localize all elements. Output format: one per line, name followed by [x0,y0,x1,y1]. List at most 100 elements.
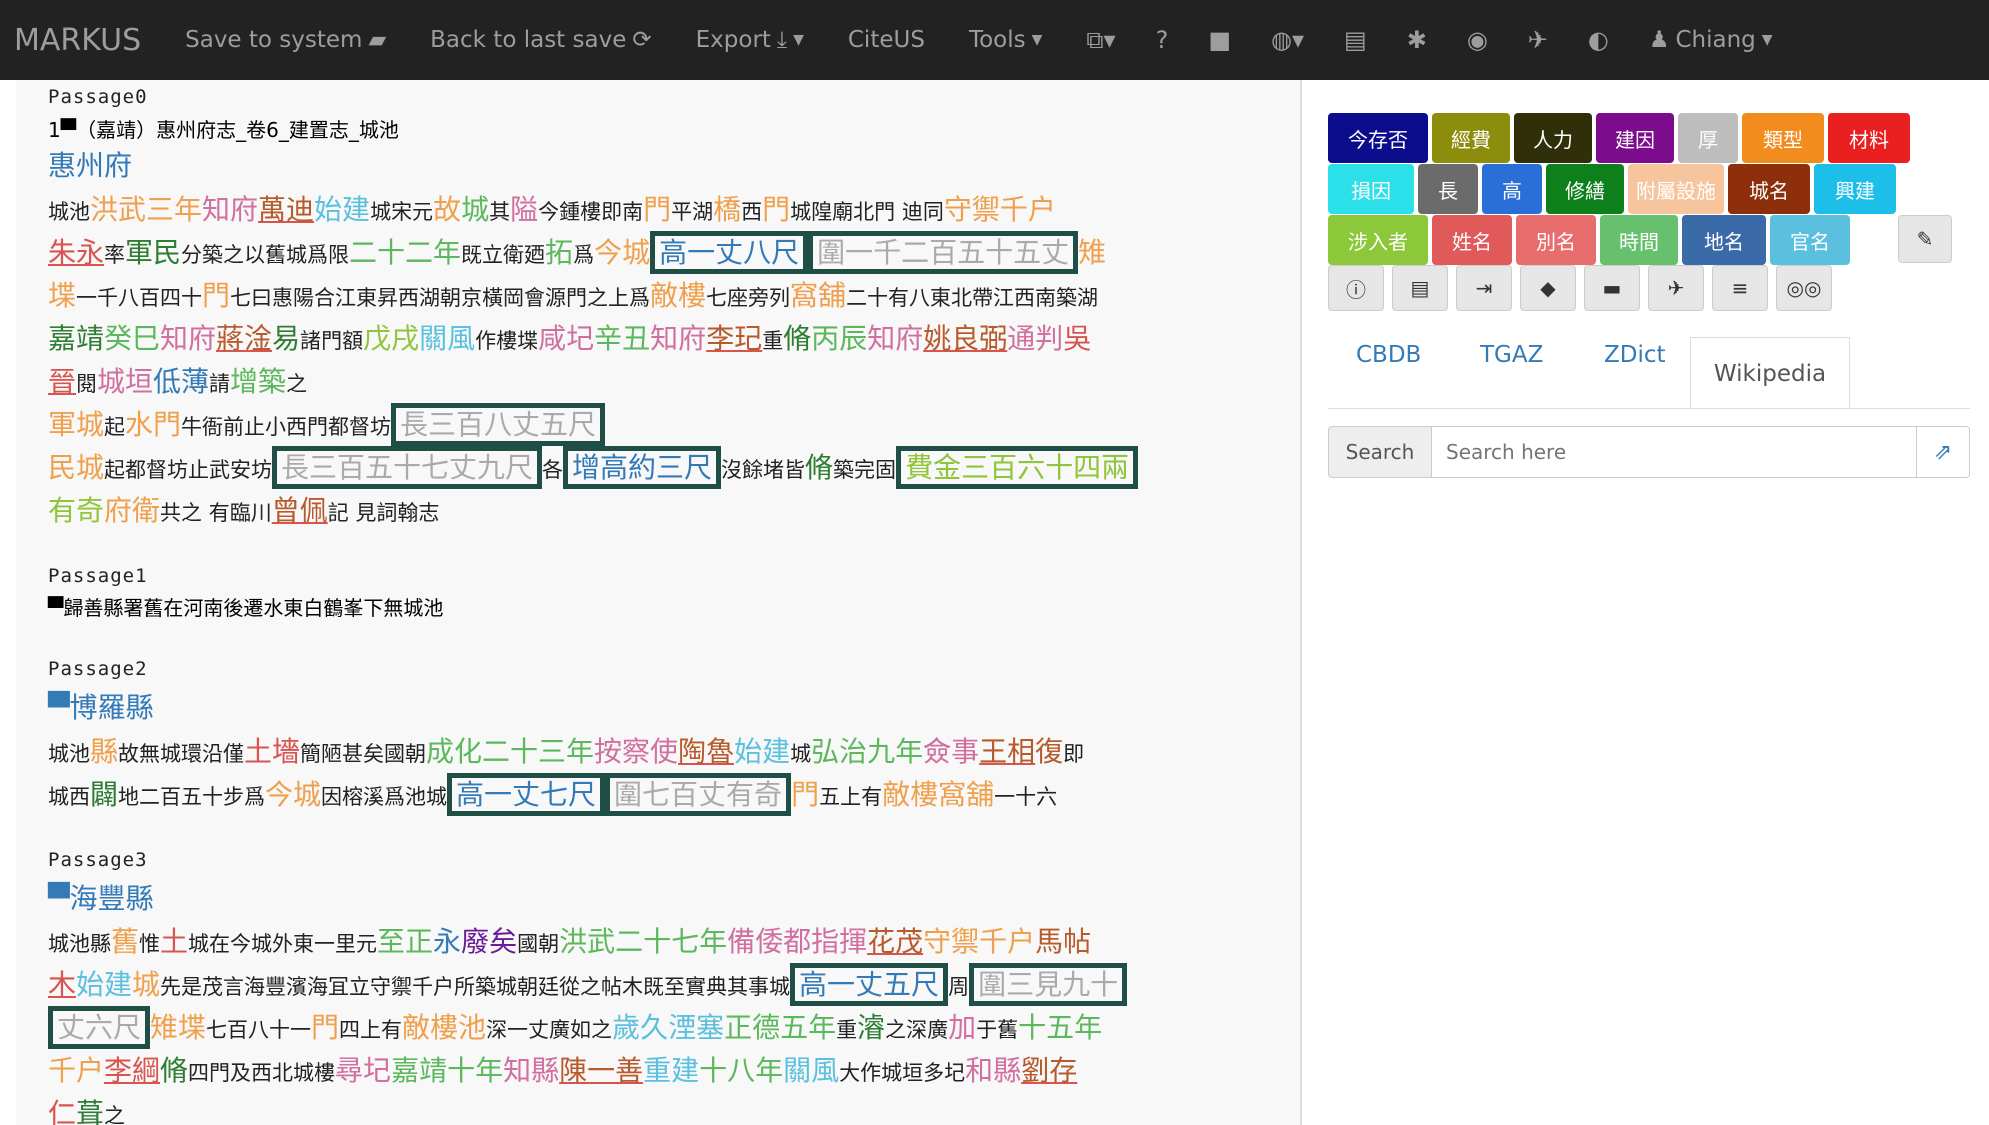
glasses-icon[interactable]: ◎◎ [1776,265,1832,311]
text-span[interactable]: 低薄 [153,365,209,398]
text-span[interactable]: 始建 [314,193,370,226]
text-span[interactable]: 始建 [76,968,132,1001]
text-span[interactable]: 吳 [1063,322,1091,355]
text-span[interactable]: 故 [433,193,461,226]
tag-btn-leixing[interactable]: 類型 [1742,113,1824,163]
text-span[interactable]: 陳一善 [559,1054,643,1087]
citeus-link[interactable]: CiteUS [848,27,925,53]
list-icon[interactable]: ▤ [1392,265,1448,311]
text-span[interactable]: 舊 [111,925,139,958]
folder-icon[interactable]: ▬ [1584,265,1640,311]
edit-icon[interactable]: ✎ [1898,215,1952,263]
text-span[interactable]: 門 [311,1011,339,1044]
text-span[interactable]: 朱永 [48,236,104,269]
annotated-span[interactable]: 長三百八丈五尺 [391,403,606,446]
info-icon[interactable]: ⓘ [1328,265,1384,311]
text-span[interactable]: 十五年 [1018,1011,1102,1044]
text-span[interactable]: 咸 [538,322,566,355]
text-span[interactable]: 葺 [76,1097,104,1125]
text-span[interactable]: 關 [419,322,447,355]
text-span[interactable]: 今城 [594,236,650,269]
text-span[interactable]: 水門 [125,408,181,441]
tab-tgaz[interactable]: TGAZ [1480,342,1543,368]
text-span[interactable]: 千户 [48,1054,104,1087]
text-span[interactable]: 今城 [265,778,321,811]
tab-zdict[interactable]: ZDict [1604,342,1666,368]
text-span[interactable]: 通判 [1007,322,1063,355]
text-span[interactable]: 城垣 [97,365,153,398]
text-span[interactable]: 陶魯 [678,735,734,768]
tools-dropdown[interactable]: Tools ▼ [969,27,1042,53]
text-span[interactable]: 劉存 [1021,1054,1077,1087]
text-span[interactable]: 和縣 [965,1054,1021,1087]
tag-btn-hou[interactable]: 厚 [1678,113,1738,163]
text-span[interactable]: 關 [783,1054,811,1087]
twitter-icon[interactable]: ✈ [1528,26,1548,54]
text-span[interactable]: 嘉靖 [48,322,104,355]
tag-btn-cailiao[interactable]: 材料 [1828,113,1910,163]
text-span[interactable]: 闢 [90,778,118,811]
text-span[interactable]: 軍民 [125,236,181,269]
text-span[interactable]: 門 [202,279,230,312]
annotated-span[interactable]: 高一丈七尺 [447,773,606,816]
video-camera-icon[interactable]: ■ [1208,26,1231,54]
annotated-span[interactable]: 丈六尺 [48,1006,151,1049]
annotated-span[interactable]: 費金三百六十四兩 [896,446,1139,489]
text-span[interactable]: 曾佩 [272,494,328,527]
text-span[interactable]: 復 [1035,735,1063,768]
tag-btn-renli[interactable]: 人力 [1514,113,1592,163]
tag-btn-jianyin[interactable]: 建因 [1596,113,1674,163]
text-span[interactable]: 仁 [48,1097,76,1125]
text-span[interactable]: 民城 [48,451,104,484]
tags-icon[interactable]: ◆ [1520,265,1576,311]
text-span[interactable]: 脩 [783,322,811,355]
tag-btn-xingming[interactable]: 姓名 [1432,215,1512,265]
tag-btn-fushusheshi[interactable]: 附屬設施 [1628,164,1724,214]
text-span[interactable]: 花茂 [867,925,923,958]
tag-btn-sunyin[interactable]: 損因 [1328,164,1414,214]
text-span[interactable]: 始建 [734,735,790,768]
annotated-span[interactable]: 圍七百丈有奇 [605,773,792,816]
tag-btn-diming[interactable]: 地名 [1682,215,1766,265]
newspaper-icon[interactable]: ▤ [1344,26,1367,54]
bug-icon[interactable]: ✱ [1407,26,1427,54]
plane-icon[interactable]: ✈ [1648,265,1704,311]
text-span[interactable]: 按察使 [594,735,678,768]
external-search-icon[interactable]: ⇗ [1916,426,1970,478]
tag-btn-chang[interactable]: 長 [1418,164,1478,214]
tag-btn-xiushan[interactable]: 修繕 [1546,164,1624,214]
annotated-span[interactable]: 圍一千二百五十五丈 [808,231,1079,274]
tag-btn-shijian[interactable]: 時間 [1600,215,1678,265]
weibo-icon[interactable]: ◉ [1467,26,1488,54]
text-span[interactable]: 濬 [857,1011,885,1044]
text-span[interactable]: 戊戌 [363,322,419,355]
text-span[interactable]: 成化二十三年 [426,735,594,768]
text-span[interactable]: 風 [447,322,475,355]
text-span[interactable]: 二十二年 [349,236,461,269]
text-span[interactable]: 永 [433,925,461,958]
text-span[interactable]: 嘉靖十年 [391,1054,503,1087]
align-left-icon[interactable]: ≡ [1712,265,1768,311]
text-span[interactable]: 敵樓 [650,279,706,312]
text-span[interactable]: 蔣淦 [216,322,272,355]
tag-btn-xingjian[interactable]: 興建 [1814,164,1896,214]
text-span[interactable]: 窩舖 [790,279,846,312]
text-span[interactable]: 敵樓窩舖 [882,778,994,811]
tab-wikipedia[interactable]: Wikipedia [1690,337,1850,409]
save-to-system-button[interactable]: Save to system ▰ [185,27,386,53]
tag-btn-sheruzhe[interactable]: 涉入者 [1328,215,1428,265]
external-link-icon[interactable]: ⧉▾ [1086,26,1115,54]
text-span[interactable]: 萬迪 [258,193,314,226]
text-span[interactable]: 加 [948,1011,976,1044]
text-span[interactable]: 洪武二十七年 [559,925,727,958]
text-span[interactable]: 雉 [1078,236,1106,269]
text-span[interactable]: 門 [791,778,819,811]
annotated-span[interactable]: 圍三見九十 [969,963,1128,1006]
tag-btn-bieming[interactable]: 別名 [1516,215,1596,265]
tag-btn-jingfei[interactable]: 經費 [1432,113,1510,163]
text-span[interactable]: 洪武三年 [90,193,202,226]
help-icon[interactable]: ? [1156,26,1169,54]
text-span[interactable]: 軍城 [48,408,104,441]
annotated-span[interactable]: 高一丈五尺 [790,963,949,1006]
indent-icon[interactable]: ⇥ [1456,265,1512,311]
